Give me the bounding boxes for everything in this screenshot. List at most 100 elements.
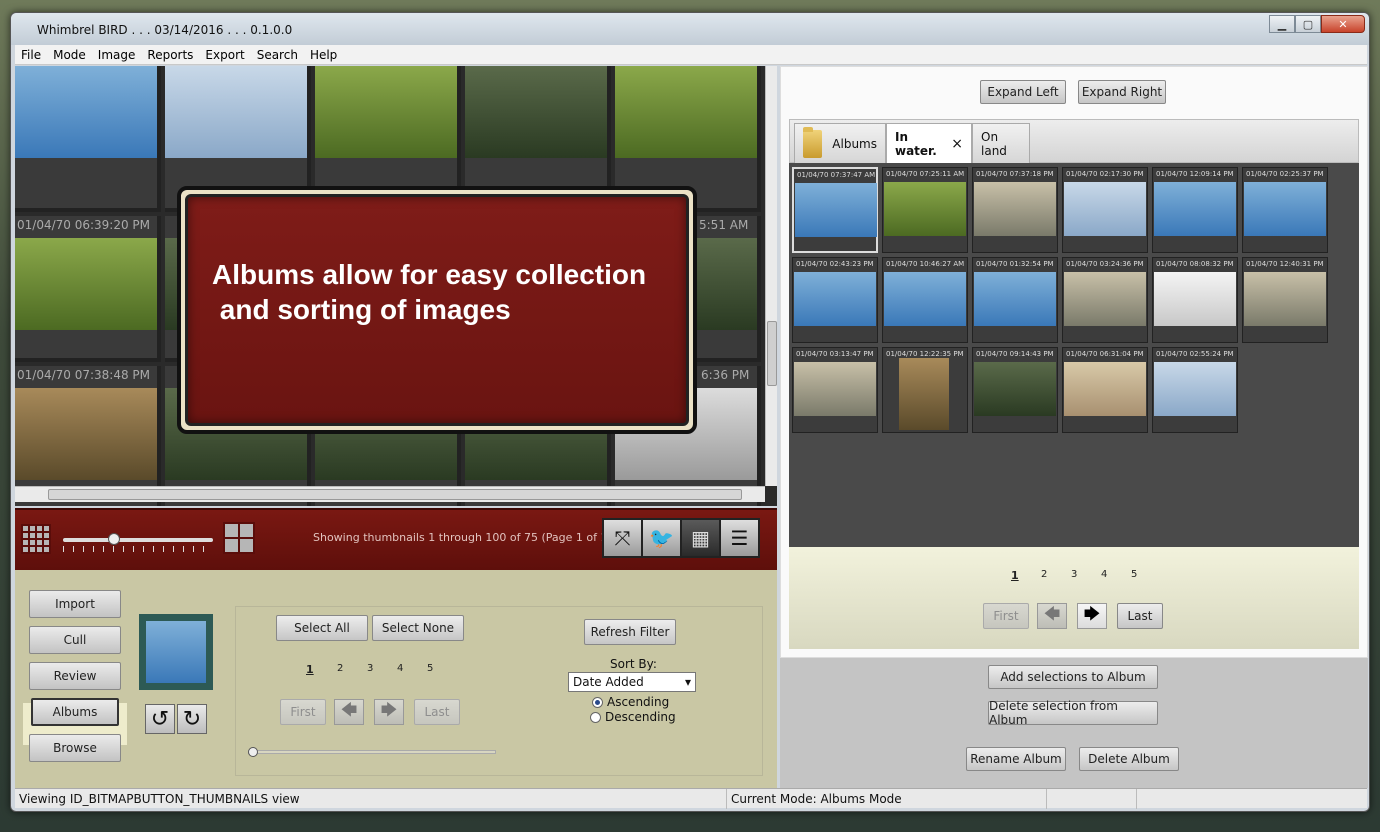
- maximize-icon[interactable]: ▢: [1295, 15, 1321, 33]
- delete-album-button[interactable]: Delete Album: [1079, 747, 1179, 771]
- first-page-button[interactable]: First: [280, 699, 326, 725]
- page-2[interactable]: 2: [337, 663, 343, 674]
- bird-photo: [1064, 272, 1146, 326]
- tab-albums[interactable]: Albums: [794, 123, 886, 163]
- page-2[interactable]: 2: [1041, 569, 1047, 580]
- album-thumb[interactable]: 01/04/70 12:22:35 PM: [882, 347, 968, 433]
- expand-left-button[interactable]: Expand Left: [980, 80, 1066, 104]
- page-5[interactable]: 5: [427, 663, 433, 674]
- menu-search[interactable]: Search: [251, 48, 304, 62]
- minimize-icon[interactable]: ▁: [1269, 15, 1295, 33]
- last-page-button[interactable]: Last: [1117, 603, 1163, 629]
- album-thumb[interactable]: 01/04/70 02:55:24 PM: [1152, 347, 1238, 433]
- page-3[interactable]: 3: [1071, 569, 1077, 580]
- review-button[interactable]: Review: [29, 662, 121, 690]
- next-arrow-icon[interactable]: 🡆: [374, 699, 404, 725]
- album-thumb[interactable]: 01/04/70 02:43:23 PM: [792, 257, 878, 343]
- page-1[interactable]: 1: [306, 663, 314, 676]
- bird-photo: [884, 182, 966, 236]
- page-1[interactable]: 1: [1011, 569, 1019, 582]
- album-thumb[interactable]: 01/04/70 07:25:11 AM: [882, 167, 968, 253]
- bird-photo: [1064, 362, 1146, 416]
- descending-radio[interactable]: Descending: [590, 710, 676, 724]
- browse-button[interactable]: Browse: [29, 734, 121, 762]
- refresh-filter-button[interactable]: Refresh Filter: [584, 619, 676, 645]
- album-thumb[interactable]: 01/04/70 01:32:54 PM: [972, 257, 1058, 343]
- close-tab-icon[interactable]: ×: [951, 136, 963, 152]
- status-bar: Viewing ID_BITMAPBUTTON_THUMBNAILS view …: [15, 788, 1367, 809]
- album-thumb[interactable]: 01/04/70 06:31:04 PM: [1062, 347, 1148, 433]
- album-thumb[interactable]: 01/04/70 03:13:47 PM: [792, 347, 878, 433]
- rotate-left-icon[interactable]: ↺: [145, 704, 175, 734]
- single-image-icon[interactable]: 🐦: [643, 520, 680, 556]
- filter-panel: Select All Select None Refresh Filter 1 …: [235, 606, 763, 776]
- filter-slider[interactable]: [248, 747, 496, 757]
- slider-knob[interactable]: [248, 747, 258, 757]
- grid-cell[interactable]: 01/04/70 07:38:48 PM: [15, 366, 161, 506]
- scroll-thumb[interactable]: [767, 321, 777, 386]
- list-view-icon[interactable]: ☰: [721, 520, 758, 556]
- page-4[interactable]: 4: [397, 663, 403, 674]
- albums-button[interactable]: Albums: [31, 698, 119, 726]
- select-all-button[interactable]: Select All: [276, 615, 368, 641]
- album-thumb[interactable]: 01/04/70 07:37:47 AM: [792, 167, 878, 253]
- menu-reports[interactable]: Reports: [141, 48, 199, 62]
- tab-in-water[interactable]: In water. ×: [886, 123, 972, 163]
- horizontal-scrollbar[interactable]: [15, 486, 765, 502]
- album-actions: Add selections to Album Delete selection…: [780, 658, 1368, 788]
- vertical-scrollbar[interactable]: [765, 66, 777, 486]
- album-thumb[interactable]: 01/04/70 10:46:27 AM: [882, 257, 968, 343]
- thumbnail-size-slider[interactable]: [63, 532, 213, 552]
- page-4[interactable]: 4: [1101, 569, 1107, 580]
- next-arrow-icon[interactable]: 🡆: [1077, 603, 1107, 629]
- first-page-button[interactable]: First: [983, 603, 1029, 629]
- grid-cell[interactable]: 01/04/70 06:39:20 PM: [15, 216, 161, 362]
- page-5[interactable]: 5: [1131, 569, 1137, 580]
- delete-selection-button[interactable]: Delete selection from Album: [988, 699, 1158, 727]
- menu-image[interactable]: Image: [92, 48, 142, 62]
- menu-file[interactable]: File: [15, 48, 47, 62]
- rotate-right-icon[interactable]: ↻: [177, 704, 207, 734]
- album-thumb[interactable]: 01/04/70 02:17:30 PM: [1062, 167, 1148, 253]
- scroll-thumb[interactable]: [48, 489, 742, 500]
- select-none-button[interactable]: Select None: [372, 615, 464, 641]
- ascending-radio[interactable]: Ascending: [592, 695, 669, 709]
- last-page-button[interactable]: Last: [414, 699, 460, 725]
- prev-arrow-icon[interactable]: 🡄: [334, 699, 364, 725]
- import-button[interactable]: Import: [29, 590, 121, 618]
- close-icon[interactable]: ✕: [1321, 15, 1365, 33]
- album-thumb[interactable]: 01/04/70 02:25:37 PM: [1242, 167, 1328, 253]
- bird-photo: [974, 182, 1056, 236]
- sort-by-select[interactable]: Date Added ▾: [568, 672, 696, 692]
- slider-knob[interactable]: [108, 533, 120, 545]
- expand-right-button[interactable]: Expand Right: [1078, 80, 1166, 104]
- chevron-down-icon: ▾: [684, 675, 691, 689]
- small-grid-icon[interactable]: [21, 524, 51, 554]
- grid-cell[interactable]: [15, 66, 161, 212]
- album-thumb[interactable]: 01/04/70 12:09:14 PM: [1152, 167, 1238, 253]
- album-thumb[interactable]: 01/04/70 07:37:18 PM: [972, 167, 1058, 253]
- album-thumb[interactable]: 01/04/70 09:14:43 PM: [972, 347, 1058, 433]
- menu-help[interactable]: Help: [304, 48, 343, 62]
- tab-on-land[interactable]: On land: [972, 123, 1030, 163]
- title-bar[interactable]: Whimbrel BIRD . . . 03/14/2016 . . . 0.1…: [11, 13, 1369, 45]
- app-window: Whimbrel BIRD . . . 03/14/2016 . . . 0.1…: [10, 12, 1370, 812]
- page-3[interactable]: 3: [367, 663, 373, 674]
- rename-album-button[interactable]: Rename Album: [966, 747, 1066, 771]
- album-thumb[interactable]: 01/04/70 12:40:31 PM: [1242, 257, 1328, 343]
- thumbnail-grid-icon[interactable]: ▦: [682, 520, 719, 556]
- fullscreen-icon[interactable]: ⤧: [604, 520, 641, 556]
- bird-photo: [15, 238, 157, 330]
- prev-arrow-icon[interactable]: 🡄: [1037, 603, 1067, 629]
- bird-photo: [884, 272, 966, 326]
- menu-mode[interactable]: Mode: [47, 48, 92, 62]
- large-grid-icon[interactable]: [223, 522, 255, 554]
- album-thumbnail-grid: 01/04/70 07:37:47 AM 01/04/70 07:25:11 A…: [789, 163, 1359, 547]
- album-thumb[interactable]: 01/04/70 03:24:36 PM: [1062, 257, 1148, 343]
- bird-photo: [1064, 182, 1146, 236]
- menu-export[interactable]: Export: [199, 48, 250, 62]
- album-thumb[interactable]: 01/04/70 08:08:32 PM: [1152, 257, 1238, 343]
- add-selections-button[interactable]: Add selections to Album: [988, 665, 1158, 689]
- cull-button[interactable]: Cull: [29, 626, 121, 654]
- bird-photo: [974, 362, 1056, 416]
